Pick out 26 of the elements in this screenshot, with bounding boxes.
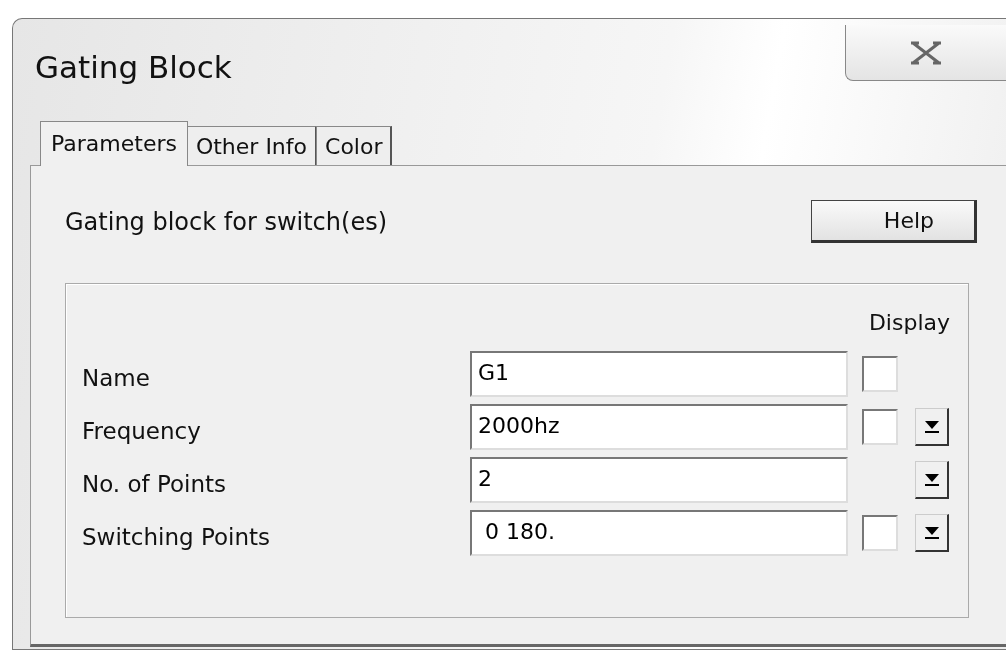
field-label: Frequency — [82, 416, 202, 444]
dropdown-button[interactable] — [915, 407, 949, 446]
dropdown-button[interactable] — [915, 460, 949, 499]
input-field[interactable]: G1 — [470, 350, 848, 397]
caret-icon — [923, 525, 940, 539]
close-button[interactable] — [845, 25, 1006, 81]
help-button[interactable]: Help — [811, 200, 977, 243]
tab[interactable]: Parameters — [40, 121, 188, 166]
column-heading: Display — [868, 310, 950, 335]
tab[interactable]: Color — [316, 126, 393, 165]
input-field[interactable]: 2000hz — [470, 403, 848, 450]
dropdown-button[interactable] — [915, 513, 949, 552]
caret-icon — [923, 472, 940, 486]
input-field[interactable]: 0 180. — [470, 509, 848, 556]
field-label: Switching Points — [82, 522, 271, 550]
checkbox[interactable] — [862, 408, 898, 445]
tab[interactable]: Other Info — [186, 126, 318, 165]
field-label: Name — [82, 363, 151, 391]
checkbox[interactable] — [862, 514, 898, 551]
field-label: No. of Points — [82, 469, 228, 497]
caret-icon — [923, 419, 940, 433]
description-text: Gating block for switch(es) — [65, 207, 387, 236]
checkbox[interactable] — [862, 355, 898, 392]
input-field[interactable]: 2 — [470, 456, 848, 503]
close-icon — [909, 39, 943, 66]
window-title: Gating Block — [35, 49, 232, 85]
